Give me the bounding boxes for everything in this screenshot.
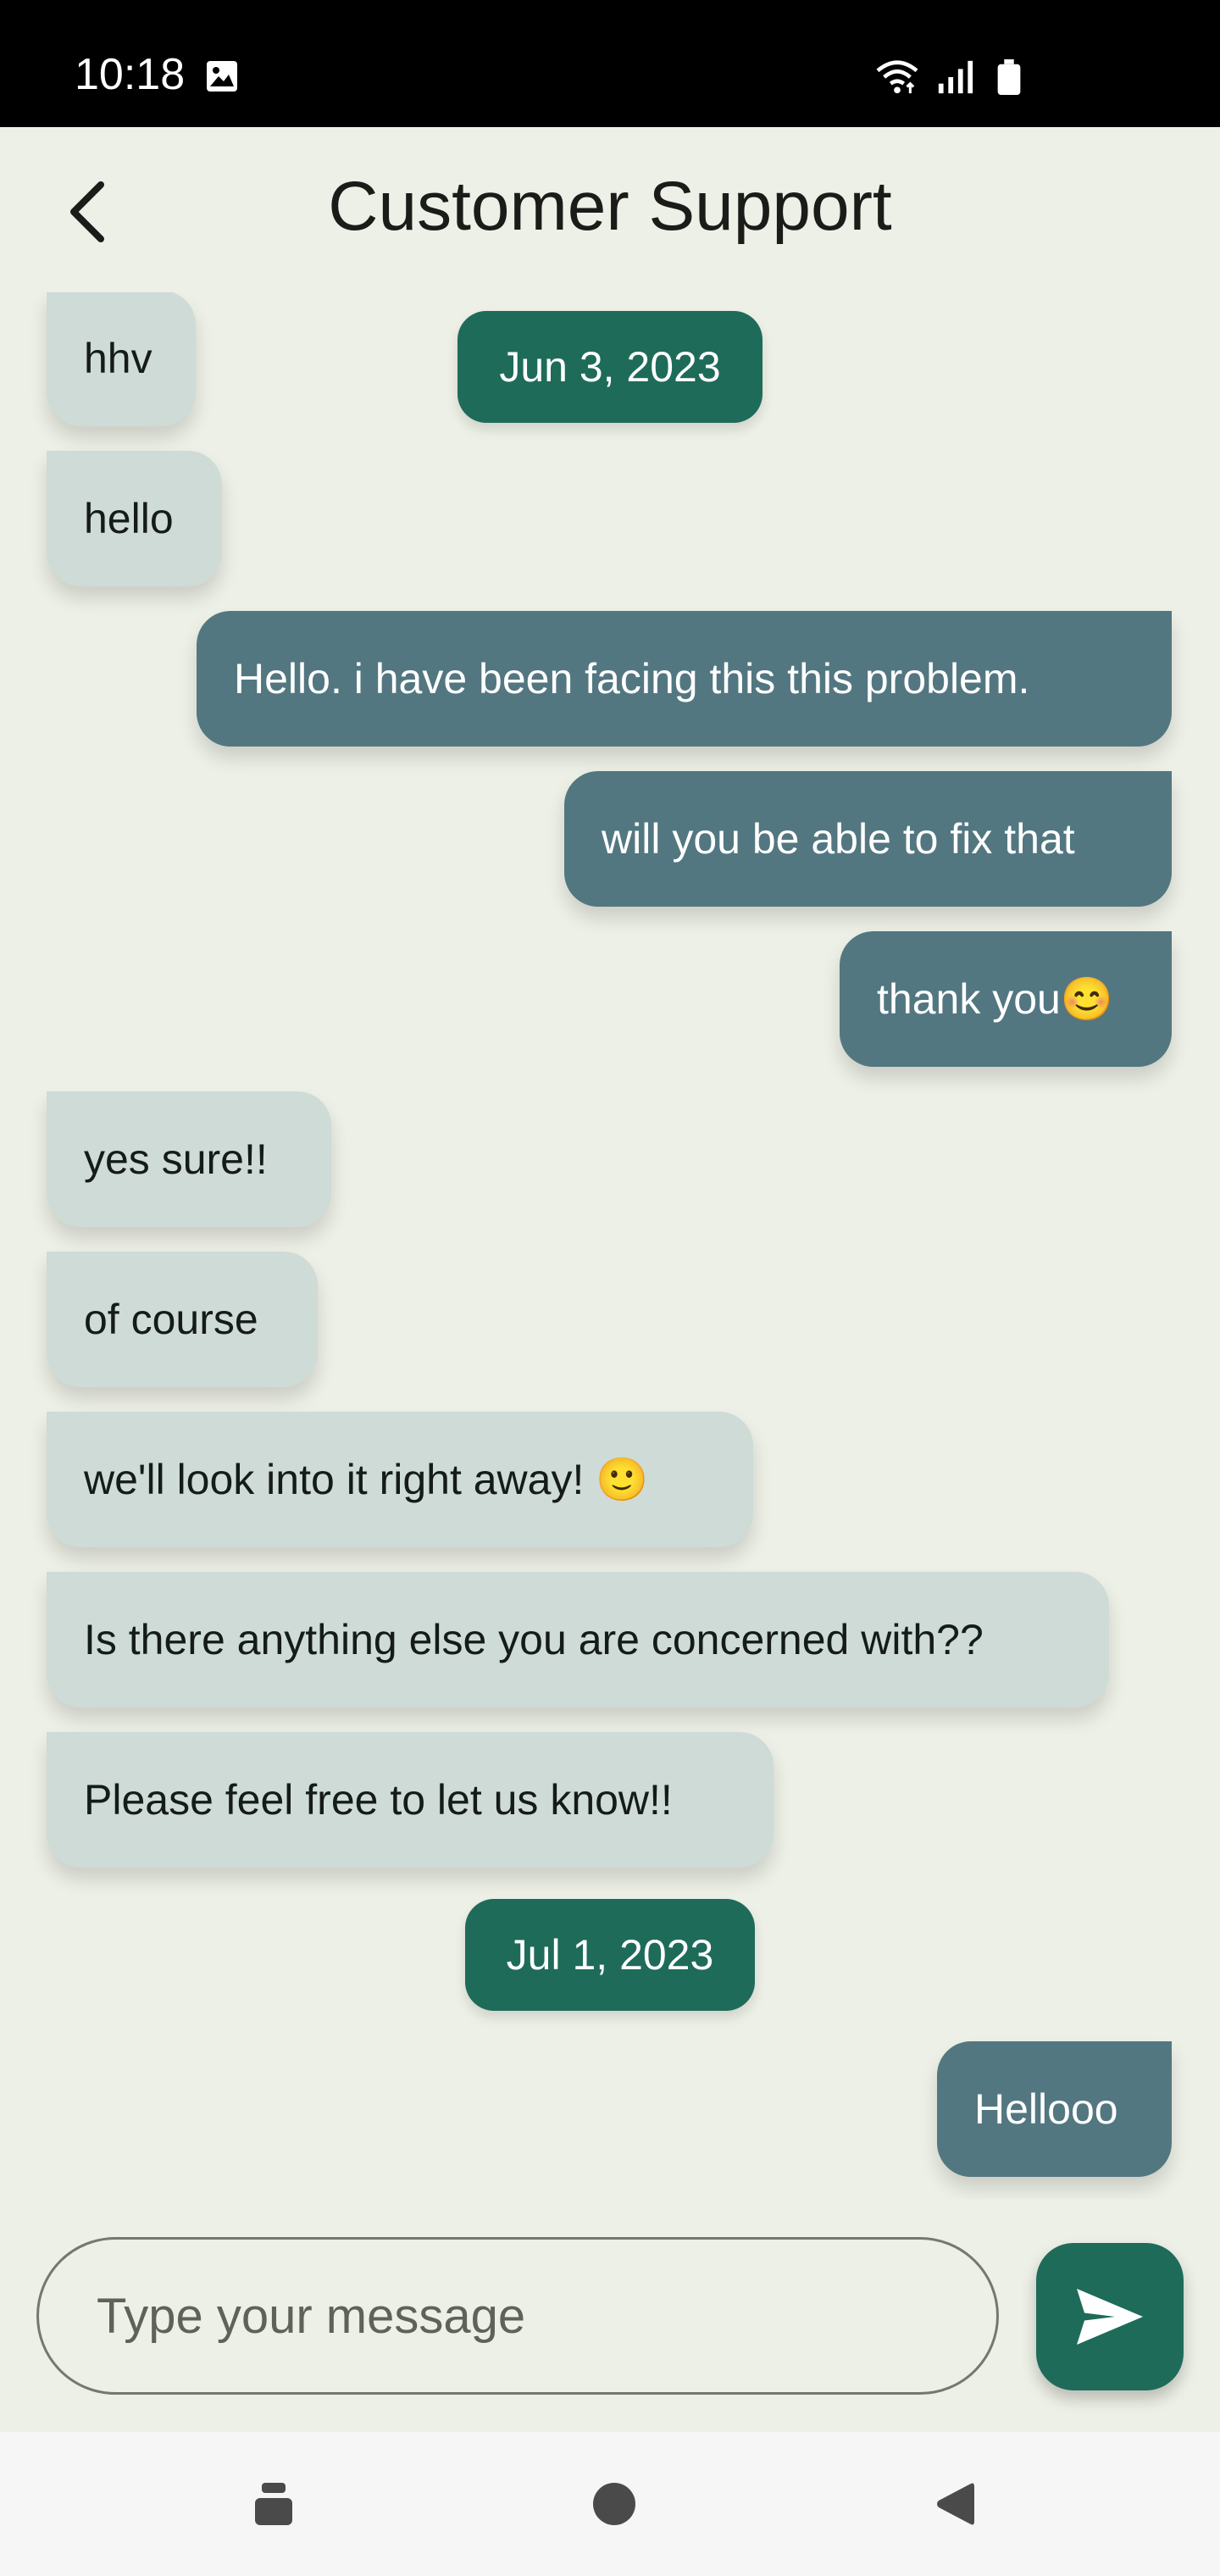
message-text: Hello. i have been facing this this prob… xyxy=(234,655,1030,702)
date-chip: Jun 3, 2023 xyxy=(458,311,762,423)
message-composer xyxy=(0,2199,1220,2432)
recent-apps-icon xyxy=(255,2483,292,2525)
message-text: Please feel free to let us know!! xyxy=(84,1776,673,1824)
recent-apps-button[interactable] xyxy=(240,2470,308,2538)
date-label: Jun 3, 2023 xyxy=(499,343,721,391)
message-bubble-outgoing: thank you😊 xyxy=(840,931,1172,1067)
send-icon xyxy=(1077,2289,1143,2345)
status-bar: 10:18 xyxy=(0,0,1220,127)
signal-icon xyxy=(938,60,973,94)
message-bubble-outgoing: Hello. i have been facing this this prob… xyxy=(197,611,1172,747)
message-input[interactable] xyxy=(36,2237,999,2395)
app-header: Customer Support xyxy=(0,127,1220,297)
home-button[interactable] xyxy=(580,2470,648,2538)
back-icon xyxy=(937,2483,974,2525)
message-text: hello xyxy=(84,495,174,542)
date-chip: Jul 1, 2023 xyxy=(465,1899,755,2011)
message-bubble-outgoing: Hellooo xyxy=(937,2041,1172,2177)
message-text: hhv xyxy=(84,335,152,382)
message-text: Hellooo xyxy=(974,2085,1118,2133)
message-bubble-incoming: we'll look into it right away! 🙂 xyxy=(47,1412,753,1547)
message-text: thank you😊 xyxy=(877,975,1114,1023)
message-bubble-incoming: of course xyxy=(47,1252,318,1387)
wifi-icon xyxy=(876,60,918,94)
system-nav-bar xyxy=(0,2432,1220,2576)
message-bubble-incoming: Is there anything else you are concerned… xyxy=(47,1572,1109,1707)
message-bubble-outgoing: will you be able to fix that xyxy=(564,771,1172,907)
message-bubble-incoming: hello xyxy=(47,451,222,586)
image-icon xyxy=(207,61,237,92)
nav-back-button[interactable] xyxy=(922,2470,990,2538)
message-text: will you be able to fix that xyxy=(602,815,1075,863)
message-bubble-incoming: yes sure!! xyxy=(47,1091,331,1227)
status-icons xyxy=(873,58,1021,97)
status-time: 10:18 xyxy=(75,50,186,99)
send-button[interactable] xyxy=(1036,2243,1184,2390)
message-text: we'll look into it right away! 🙂 xyxy=(84,1456,649,1503)
chat-screen: 10:18 Customer Support hhv Jun 3, 2023 h… xyxy=(0,0,1220,2576)
home-icon xyxy=(593,2483,635,2525)
message-text: of course xyxy=(84,1296,258,1343)
message-text: yes sure!! xyxy=(84,1135,268,1183)
message-bubble-incoming: Please feel free to let us know!! xyxy=(47,1732,774,1868)
battery-icon xyxy=(997,59,1021,95)
message-list[interactable]: hhv Jun 3, 2023 hello Hello. i have been… xyxy=(0,292,1220,2199)
date-label: Jul 1, 2023 xyxy=(506,1931,714,1979)
page-title: Customer Support xyxy=(328,168,892,245)
message-text: Is there anything else you are concerned… xyxy=(84,1616,984,1663)
message-bubble-incoming: hhv xyxy=(47,292,196,426)
